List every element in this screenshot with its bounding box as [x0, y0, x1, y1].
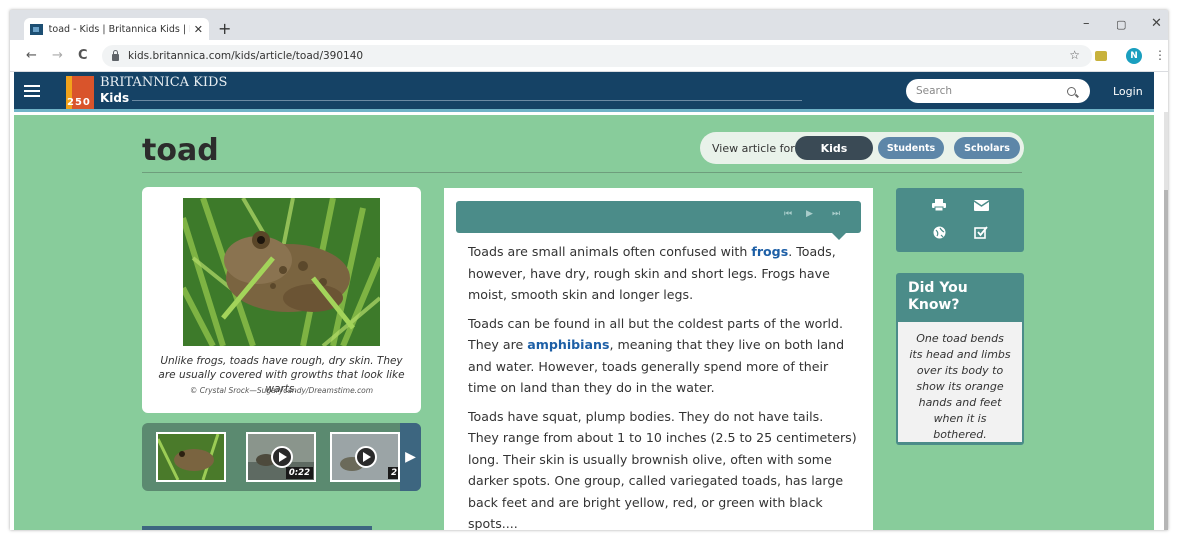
level-students-button[interactable]: Students	[878, 137, 944, 159]
play-audio-icon[interactable]: ▶	[806, 209, 813, 219]
scrollbar-thumb[interactable]	[1164, 190, 1168, 530]
view-for-label: View article for:	[712, 142, 799, 155]
page-content: toad View article for: Kids Students Sch…	[14, 115, 1154, 530]
brand-name: BRITANNICA KIDS	[100, 75, 228, 90]
title-divider	[142, 172, 1022, 173]
tab-title: toad - Kids | Britannica Kids | Ho	[48, 23, 190, 35]
checklist-icon[interactable]	[973, 225, 989, 239]
skip-forward-icon[interactable]: ⏭	[832, 209, 840, 219]
extension-icon[interactable]	[1095, 51, 1107, 61]
level-scholars-button[interactable]: Scholars	[954, 137, 1020, 159]
toad-photo[interactable]	[183, 198, 380, 346]
profile-avatar[interactable]: N	[1126, 48, 1142, 64]
browser-window: toad - Kids | Britannica Kids | Ho ✕ + –…	[10, 10, 1168, 530]
did-you-know-title: Did You Know?	[908, 280, 968, 313]
paragraph: Toads have squat, plump bodies. They do …	[468, 408, 857, 531]
brand-level: Kids	[100, 91, 130, 105]
url-field[interactable]: kids.britannica.com/kids/article/toad/39…	[102, 45, 1092, 67]
image-credit: © Crystal Srock—Sugarycandy/Dreamstime.c…	[189, 386, 374, 395]
did-you-know-box: Did You Know? One toad bends its head an…	[896, 273, 1024, 445]
site-header: 250 BRITANNICA KIDS Kids Search Login	[14, 72, 1154, 112]
close-window-button[interactable]: ✕	[1151, 16, 1162, 31]
thumbnail-toad-photo[interactable]	[156, 432, 226, 482]
tab-close-icon[interactable]: ✕	[194, 23, 203, 36]
level-kids-button[interactable]: Kids	[795, 136, 873, 160]
did-you-know-text: One toad bends its head and limbs over i…	[898, 322, 1022, 442]
bookmark-star-icon[interactable]: ☆	[1069, 48, 1080, 62]
forward-button[interactable]: →	[52, 48, 63, 63]
reload-button[interactable]: C	[78, 48, 88, 63]
play-icon[interactable]	[355, 446, 377, 468]
amphibians-link[interactable]: amphibians	[527, 337, 609, 352]
audio-player: ⏮ ▶ ⏭	[456, 201, 861, 240]
page-title: toad	[142, 133, 219, 168]
play-icon[interactable]	[271, 446, 293, 468]
search-placeholder: Search	[916, 85, 953, 97]
search-icon[interactable]	[1067, 86, 1076, 96]
new-tab-button[interactable]: +	[218, 19, 231, 38]
restore-button[interactable]: ▢	[1116, 18, 1126, 31]
britannica-favicon-icon	[30, 23, 43, 35]
address-bar: ← → C kids.britannica.com/kids/article/t…	[10, 40, 1168, 72]
browser-tab[interactable]: toad - Kids | Britannica Kids | Ho ✕	[24, 18, 209, 40]
thumbnail-video-2[interactable]: 2	[330, 432, 400, 482]
paragraph: Toads can be found in all but the coldes…	[468, 315, 845, 396]
print-icon[interactable]	[931, 198, 947, 212]
article-tools	[896, 188, 1024, 252]
britannica-250-logo[interactable]: 250	[66, 76, 94, 109]
login-link[interactable]: Login	[1113, 85, 1143, 98]
lock-icon	[112, 49, 119, 61]
main-image-card: Unlike frogs, toads have rough, dry skin…	[142, 187, 421, 413]
paragraph: Toads are small animals often confused w…	[468, 244, 836, 302]
citation-icon[interactable]	[931, 225, 947, 239]
video-duration: 2	[388, 467, 398, 479]
video-duration: 0:22	[285, 467, 313, 479]
back-button[interactable]: ←	[26, 48, 37, 63]
hamburger-menu-icon[interactable]	[24, 85, 40, 97]
browser-menu-icon[interactable]: ⋮	[1154, 48, 1166, 62]
url-text: kids.britannica.com/kids/article/toad/39…	[128, 50, 364, 62]
article-card: ⏮ ▶ ⏭ Toads are small animals often conf…	[444, 188, 873, 530]
tab-bar: toad - Kids | Britannica Kids | Ho ✕ + –…	[10, 10, 1168, 40]
article-text: Toads are small animals often confused w…	[468, 241, 858, 530]
header-divider	[132, 100, 802, 101]
level-selector: View article for: Kids Students Scholars	[700, 132, 1024, 164]
next-section-edge	[142, 526, 372, 530]
skip-back-icon[interactable]: ⏮	[784, 209, 792, 219]
media-carousel: 0:22 2 ▶	[142, 423, 421, 491]
email-icon[interactable]	[973, 198, 989, 212]
carousel-next-button[interactable]: ▶	[400, 423, 421, 491]
minimize-button[interactable]: –	[1083, 16, 1090, 31]
frogs-link[interactable]: frogs	[751, 244, 788, 259]
search-input[interactable]: Search	[906, 79, 1090, 103]
thumbnail-video-1[interactable]: 0:22	[246, 432, 316, 482]
chevron-right-icon: ▶	[405, 449, 416, 465]
